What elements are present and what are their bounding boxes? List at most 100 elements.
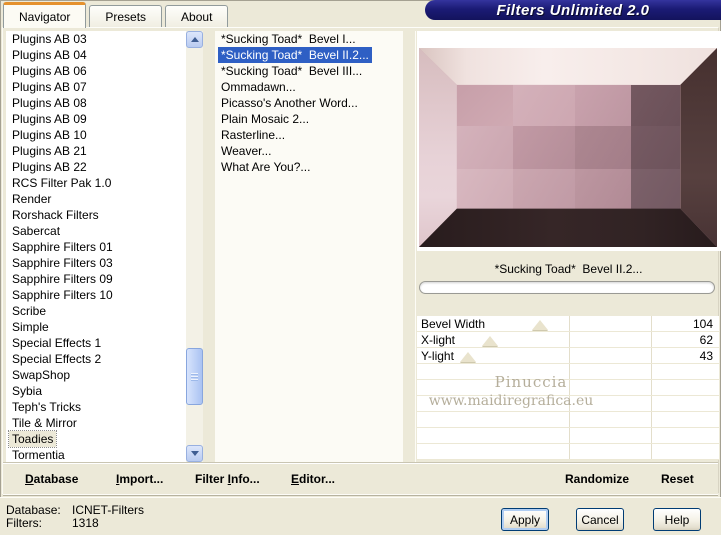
slider-thumb[interactable] <box>532 320 549 330</box>
tab-presets[interactable]: Presets <box>89 5 163 27</box>
category-item[interactable]: Plugins AB 03 <box>6 31 189 47</box>
filter-item[interactable]: What Are You?... <box>215 159 403 175</box>
navigator-panel: Plugins AB 03 Plugins AB 04 Plugins AB 0… <box>2 27 721 495</box>
category-item[interactable]: Teph's Tricks <box>6 399 189 415</box>
database-button-key: D <box>25 472 34 486</box>
apply-button[interactable]: Apply <box>501 508 549 531</box>
scrollbar-thumb[interactable] <box>186 348 203 405</box>
tab-presets-label: Presets <box>105 9 147 24</box>
filter-info-button[interactable]: Filter Info... <box>195 472 260 486</box>
slider-row-empty <box>417 428 719 444</box>
category-item[interactable]: Sapphire Filters 03 <box>6 255 189 271</box>
scroll-down-button[interactable] <box>186 445 203 462</box>
category-item[interactable]: Simple <box>6 319 189 335</box>
category-item-label: Sabercat <box>12 224 61 238</box>
filter-item[interactable]: *Sucking Toad* Bevel III... <box>215 63 403 79</box>
category-item[interactable]: Render <box>6 191 189 207</box>
tab-navigator-label: Navigator <box>19 9 71 24</box>
category-item[interactable]: Plugins AB 06 <box>6 63 189 79</box>
category-item[interactable]: Tormentia <box>6 447 189 462</box>
scroll-up-button[interactable] <box>186 31 203 48</box>
category-item-label: SwapShop <box>12 368 71 382</box>
category-item[interactable]: Rorshack Filters <box>6 207 189 223</box>
editor-button-key: E <box>291 472 300 486</box>
category-item[interactable]: SwapShop <box>6 367 189 383</box>
category-scrollbar[interactable] <box>186 31 203 462</box>
category-item[interactable]: Plugins AB 09 <box>6 111 189 127</box>
editor-button[interactable]: Editor... <box>291 472 335 486</box>
category-item[interactable]: Toadies <box>6 430 189 448</box>
category-item[interactable]: Plugins AB 07 <box>6 79 189 95</box>
category-item[interactable]: Plugins AB 10 <box>6 127 189 143</box>
category-item-label: Sapphire Filters 09 <box>12 272 113 286</box>
category-item[interactable]: Plugins AB 04 <box>6 47 189 63</box>
filter-item[interactable]: *Sucking Toad* Bevel I... <box>215 31 403 47</box>
slider-row-empty <box>417 444 719 460</box>
database-button[interactable]: Database <box>25 472 78 486</box>
filter-item[interactable]: Ommadawn... <box>215 79 403 95</box>
filter-item-label: Weaver... <box>221 144 272 158</box>
filter-item-label: Ommadawn... <box>221 80 296 94</box>
category-item[interactable]: Scribe <box>6 303 189 319</box>
category-item[interactable]: Sapphire Filters 10 <box>6 287 189 303</box>
randomize-button[interactable]: Randomize <box>565 472 629 486</box>
filter-item[interactable]: Rasterline... <box>215 127 403 143</box>
slider-thumb[interactable] <box>482 336 499 346</box>
cancel-button[interactable]: Cancel <box>576 508 624 531</box>
category-item[interactable]: Plugins AB 08 <box>6 95 189 111</box>
category-item-label: Rorshack Filters <box>12 208 99 222</box>
preview-panel: *Sucking Toad* Bevel II.2... Bevel Width… <box>415 31 721 463</box>
slider-value: 62 <box>699 333 713 347</box>
filter-item[interactable]: Weaver... <box>215 143 403 159</box>
category-item-label: Plugins AB 08 <box>12 96 87 110</box>
slider-label: Y-light <box>421 349 454 363</box>
help-button[interactable]: Help <box>653 508 701 531</box>
filter-item[interactable]: Picasso's Another Word... <box>215 95 403 111</box>
category-list: Plugins AB 03 Plugins AB 04 Plugins AB 0… <box>6 31 189 462</box>
filter-item-label: *Sucking Toad* Bevel II.2... <box>218 47 372 63</box>
reset-button[interactable]: Reset <box>661 472 694 486</box>
filter-info-button-pre: Filter <box>195 472 228 486</box>
category-item-label: Sapphire Filters 10 <box>12 288 113 302</box>
slider-thumb[interactable] <box>460 352 477 362</box>
help-button-label: Help <box>664 512 690 527</box>
slider-bevel-width[interactable]: Bevel Width 104 <box>417 316 719 332</box>
category-item-label: Plugins AB 04 <box>12 48 87 62</box>
category-item-label: Scribe <box>12 304 47 318</box>
category-item[interactable]: Tile & Mirror <box>6 415 189 431</box>
slider-value: 43 <box>699 349 713 363</box>
category-item[interactable]: Plugins AB 22 <box>6 159 189 175</box>
filter-item[interactable]: *Sucking Toad* Bevel II.2... <box>215 47 403 63</box>
progress-bar <box>419 281 715 294</box>
preview-image[interactable] <box>419 48 717 247</box>
import-button-rest: mport... <box>119 472 164 486</box>
category-item-label: Special Effects 2 <box>12 352 102 366</box>
category-item-label: Plugins AB 06 <box>12 64 87 78</box>
category-item-label: Sybia <box>12 384 43 398</box>
category-item-label: Plugins AB 03 <box>12 32 87 46</box>
category-item-label: Plugins AB 21 <box>12 144 87 158</box>
category-item-label: Tile & Mirror <box>12 416 77 430</box>
slider-y-light[interactable]: Y-light 43 <box>417 348 719 364</box>
tab-about[interactable]: About <box>165 5 229 27</box>
tab-navigator[interactable]: Navigator <box>3 2 87 28</box>
preview-backwall <box>456 84 681 209</box>
category-item-label: Special Effects 1 <box>12 336 102 350</box>
category-item[interactable]: Sybia <box>6 383 189 399</box>
window-title-text: Filters Unlimited 2.0 <box>496 1 650 19</box>
database-status: Database: ICNET-Filters Filters: 1318 <box>6 504 144 530</box>
filters-label: Filters: <box>6 516 42 530</box>
category-item[interactable]: Sabercat <box>6 223 189 239</box>
category-item[interactable]: Sapphire Filters 01 <box>6 239 189 255</box>
filter-item[interactable]: Plain Mosaic 2... <box>215 111 403 127</box>
category-item[interactable]: Plugins AB 21 <box>6 143 189 159</box>
category-item[interactable]: Special Effects 2 <box>6 351 189 367</box>
category-item[interactable]: Sapphire Filters 09 <box>6 271 189 287</box>
category-item-label: Tormentia <box>12 448 65 462</box>
slider-x-light[interactable]: X-light 62 <box>417 332 719 348</box>
category-item[interactable]: Special Effects 1 <box>6 335 189 351</box>
category-item-label: Plugins AB 10 <box>12 128 87 142</box>
category-item[interactable]: RCS Filter Pak 1.0 <box>6 175 189 191</box>
window-title: Filters Unlimited 2.0 <box>425 0 721 20</box>
import-button[interactable]: Import... <box>116 472 163 486</box>
